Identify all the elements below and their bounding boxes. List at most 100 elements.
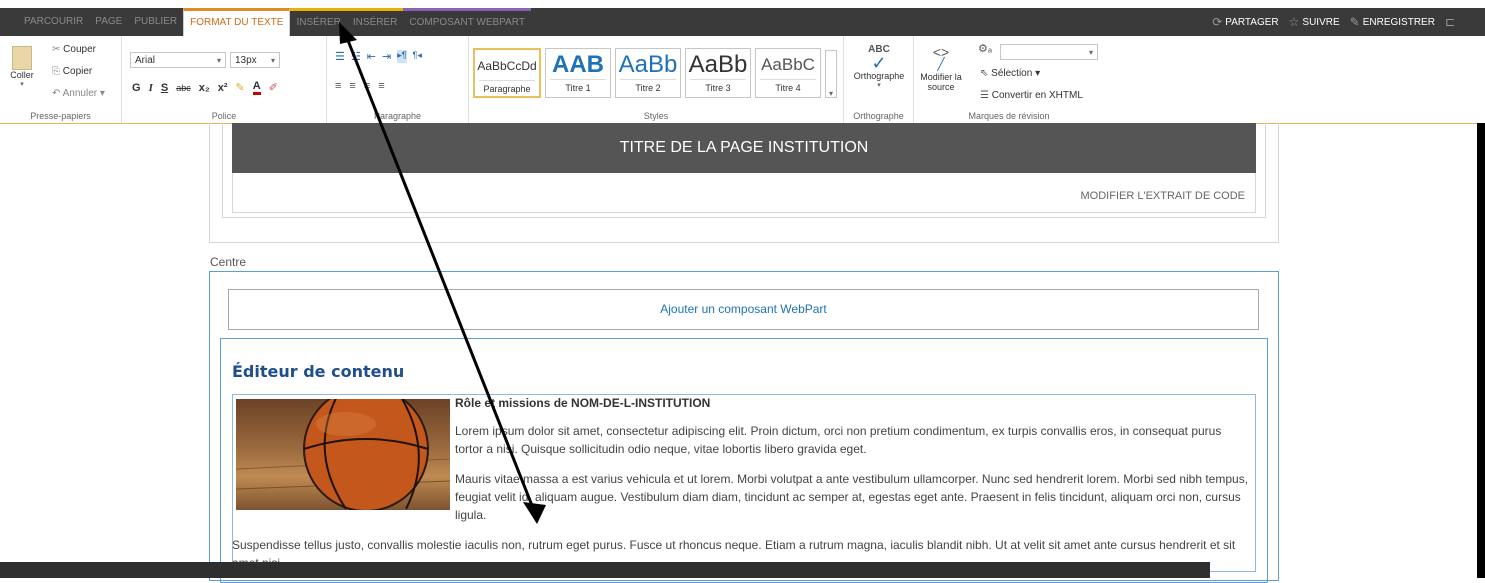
checkmark-icon: ✓ xyxy=(871,53,887,73)
font-group-label: Police xyxy=(211,111,237,121)
style-name: Titre 3 xyxy=(690,79,746,96)
tab-inserer-2[interactable]: INSÉRER xyxy=(346,8,404,36)
focus-button[interactable]: ⊏ xyxy=(1445,15,1455,29)
convert-xhtml-button[interactable]: ☰ Convertir en XHTML xyxy=(980,90,1083,101)
tab-page[interactable]: PAGE xyxy=(89,8,128,36)
clipboard-group-label: Presse-papiers xyxy=(30,111,91,121)
save-label: ENREGISTRER xyxy=(1362,16,1435,28)
spelling-button[interactable]: ABC ✓ Orthographe ▾ xyxy=(848,44,910,89)
superscript-button[interactable]: x² xyxy=(218,82,228,94)
edit-source-button[interactable]: <> ╱ Modifier la source xyxy=(920,44,962,92)
chevron-down-icon: ▾ xyxy=(1088,48,1093,57)
font-size-select[interactable]: 13px ▾ xyxy=(230,52,280,68)
tab-inserer-1[interactable]: INSÉRER xyxy=(290,8,347,36)
cut-label: Couper xyxy=(63,44,96,55)
font-family-select[interactable]: Arial ▾ xyxy=(130,52,226,68)
ltr-icon[interactable]: ▸¶ xyxy=(397,50,407,63)
basketball-image xyxy=(236,399,450,510)
paste-label: Coller xyxy=(10,70,34,80)
bold-button[interactable]: G xyxy=(132,82,141,94)
edit-snippet-link[interactable]: MODIFIER L'EXTRAIT DE CODE xyxy=(1081,190,1245,202)
copy-button[interactable]: ⎘ Copier xyxy=(52,66,92,77)
style-titre-2[interactable]: AaBb Titre 2 xyxy=(615,48,681,98)
style-preview: AaBb xyxy=(688,51,748,78)
star-icon: ☆ xyxy=(1288,15,1300,29)
font-group: Arial ▾ 13px ▾ G I S abc x₂ x² ✎ A ✐ Polic… xyxy=(122,36,327,123)
add-webpart-label: Ajouter un composant WebPart xyxy=(660,302,827,316)
article-para-2: Mauris vitae massa a est varius vehicula… xyxy=(455,472,1249,522)
spelling-group-label: Orthographe xyxy=(853,111,904,121)
numbered-list-icon[interactable]: ☷ xyxy=(351,50,361,63)
cursor-icon: ⇖ xyxy=(980,68,989,79)
article-para-1: Lorem ipsum dolor sit amet, consectetur … xyxy=(455,424,1222,456)
follow-button[interactable]: ☆ SUIVRE xyxy=(1289,15,1340,29)
tab-publier[interactable]: PUBLIER xyxy=(128,8,183,36)
copy-icon: ⎘ xyxy=(52,66,60,77)
style-titre-4[interactable]: AaBbC Titre 4 xyxy=(755,48,821,98)
style-paragraphe[interactable]: AaBbCcDd Paragraphe xyxy=(473,48,541,98)
style-name: Titre 1 xyxy=(550,79,606,96)
chevron-down-icon: ▾ xyxy=(270,56,275,65)
italic-button[interactable]: I xyxy=(149,82,153,94)
list-row: ☰ ☷ ⇤ ⇥ ▸¶ ¶◂ xyxy=(335,50,422,63)
undo-button[interactable]: ↶ Annuler ▾ xyxy=(52,88,105,99)
save-button[interactable]: ✎ ENREGISTRER xyxy=(1350,15,1435,29)
align-row: ≡ ≡ ≡ ≡ xyxy=(335,80,385,92)
pencil-icon: ╱ xyxy=(937,57,945,71)
chevron-down-icon: ▾ xyxy=(20,81,24,88)
convert-label: Convertir en XHTML xyxy=(991,90,1083,101)
align-left-icon[interactable]: ≡ xyxy=(335,80,341,92)
style-titre-1[interactable]: AAB Titre 1 xyxy=(545,48,611,98)
bullet-list-icon[interactable]: ☰ xyxy=(335,50,345,63)
font-color-button[interactable]: A xyxy=(252,80,261,95)
cut-button[interactable]: ✂ Couper xyxy=(52,44,96,55)
language-icon: ⚙ₐ xyxy=(978,43,992,55)
edit-source-label-1: Modifier la xyxy=(920,72,962,82)
focus-icon: ⊏ xyxy=(1444,15,1455,29)
edit-source-label-2: source xyxy=(927,82,955,92)
ribbon: Coller ▾ ✂ Couper ⎘ Copier ↶ Annuler ▾ P… xyxy=(0,36,1485,124)
chevron-down-icon: ▾ xyxy=(216,56,221,65)
article-heading: Rôle et missions de NOM-DE-L-INSTITUTION xyxy=(455,396,711,410)
convert-icon: ☰ xyxy=(980,90,989,101)
tab-format-du-texte[interactable]: FORMAT DU TEXTE xyxy=(183,8,291,36)
tab-composant-webpart[interactable]: COMPOSANT WEBPART xyxy=(403,8,531,36)
underline-button[interactable]: S xyxy=(161,82,168,94)
align-right-icon[interactable]: ≡ xyxy=(364,80,370,92)
styles-more-button[interactable]: ▾ xyxy=(825,50,837,98)
style-titre-3[interactable]: AaBb Titre 3 xyxy=(685,48,751,98)
paste-button[interactable]: Coller ▾ xyxy=(4,42,40,102)
article-para-1-block: Lorem ipsum dolor sit amet, consectetur … xyxy=(455,422,1250,458)
add-webpart-button[interactable]: Ajouter un composant WebPart xyxy=(228,289,1259,330)
style-name: Paragraphe xyxy=(479,80,535,96)
subscript-button[interactable]: x₂ xyxy=(199,82,210,94)
style-preview: AaBbC xyxy=(761,55,815,74)
indent-icon[interactable]: ⇥ xyxy=(382,50,391,63)
scissors-icon: ✂ xyxy=(52,44,61,55)
strikethrough-button[interactable]: abc xyxy=(176,83,191,93)
bottom-status-bar xyxy=(0,562,1210,578)
spelling-group: ABC ✓ Orthographe ▾ Orthographe xyxy=(844,36,914,123)
clipboard-group: Coller ▾ ✂ Couper ⎘ Copier ↶ Annuler ▾ P… xyxy=(0,36,122,123)
align-center-icon[interactable]: ≡ xyxy=(349,80,355,92)
highlight-icon[interactable]: ✎ xyxy=(236,81,245,94)
follow-label: SUIVRE xyxy=(1302,16,1340,28)
align-justify-icon[interactable]: ≡ xyxy=(378,80,384,92)
style-preview: AaBbCcDd xyxy=(477,59,537,73)
rtl-icon[interactable]: ¶◂ xyxy=(413,50,422,63)
markup-group-label: Marques de révision xyxy=(968,111,1050,121)
selection-button[interactable]: ⇖ Sélection ▾ xyxy=(980,68,1040,79)
share-icon: ⟳ xyxy=(1212,15,1223,29)
tab-parcourir[interactable]: PARCOURIR xyxy=(18,8,89,36)
outdent-icon[interactable]: ⇤ xyxy=(367,50,376,63)
zone-label: Centre xyxy=(210,255,247,269)
clear-format-icon[interactable]: ✐ xyxy=(269,81,278,94)
spelling-label: Orthographe xyxy=(853,71,905,81)
share-button[interactable]: ⟳ PARTAGER xyxy=(1212,15,1278,29)
style-preview: AAB xyxy=(552,51,604,78)
font-size-value: 13px xyxy=(235,55,257,66)
share-label: PARTAGER xyxy=(1225,16,1279,28)
markup-group: <> ╱ Modifier la source ⚙ₐ ▾ ⇖ Sélection… xyxy=(914,36,1104,123)
markup-select[interactable]: ▾ xyxy=(1000,44,1098,60)
selection-label: Sélection xyxy=(991,68,1033,79)
